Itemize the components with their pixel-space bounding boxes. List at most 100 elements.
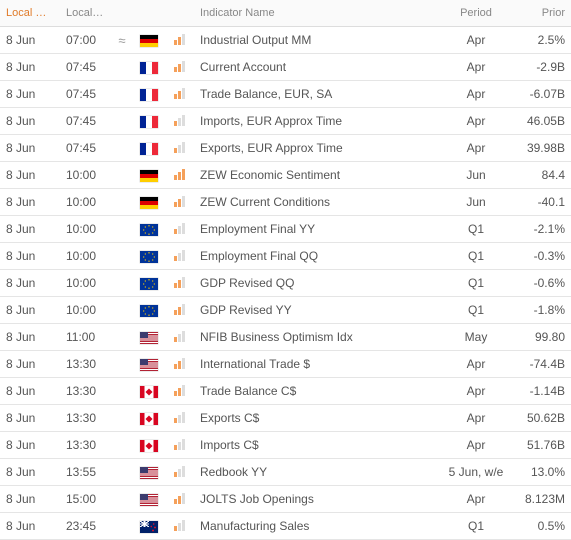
cell-indicator: Current Account: [194, 54, 441, 81]
flag-fr-icon: [140, 62, 158, 74]
approx-icon: [110, 297, 134, 324]
table-row[interactable]: 8 Jun10:00GDP Revised QQQ1-0.6%: [0, 270, 571, 297]
cell-date: 8 Jun: [0, 243, 60, 270]
cell-time: 13:55: [60, 459, 110, 486]
cell-time: 10:00: [60, 189, 110, 216]
importance-icon: [174, 222, 185, 234]
importance-icon: [174, 465, 185, 477]
cell-importance: [164, 81, 194, 108]
table-row[interactable]: 8 Jun11:00NFIB Business Optimism IdxMay9…: [0, 324, 571, 351]
cell-period: Apr: [441, 486, 511, 513]
cell-time: 10:00: [60, 270, 110, 297]
cell-period: Q1: [441, 513, 511, 540]
cell-period: Jun: [441, 162, 511, 189]
cell-time: 07:45: [60, 81, 110, 108]
importance-icon: [174, 303, 185, 315]
col-prior[interactable]: Prior: [511, 0, 571, 27]
approx-icon: [110, 432, 134, 459]
cell-indicator: Imports, EUR Approx Time: [194, 108, 441, 135]
importance-icon: [174, 411, 185, 423]
cell-date: 8 Jun: [0, 81, 60, 108]
cell-date: 8 Jun: [0, 108, 60, 135]
table-row[interactable]: 8 Jun13:55Redbook YY5 Jun, w/e13.0%: [0, 459, 571, 486]
cell-importance: [164, 108, 194, 135]
cell-indicator: Manufacturing Sales: [194, 513, 441, 540]
table-row[interactable]: 8 Jun10:00Employment Final QQQ1-0.3%: [0, 243, 571, 270]
cell-country: [134, 378, 164, 405]
importance-icon: [174, 33, 185, 45]
table-row[interactable]: 8 Jun07:45Imports, EUR Approx TimeApr46.…: [0, 108, 571, 135]
table-row[interactable]: 8 Jun07:45Trade Balance, EUR, SAApr-6.07…: [0, 81, 571, 108]
cell-period: Apr: [441, 27, 511, 54]
table-row[interactable]: 8 Jun07:45Exports, EUR Approx TimeApr39.…: [0, 135, 571, 162]
cell-prior: -1.14B: [511, 378, 571, 405]
col-time[interactable]: Local Time: [60, 0, 110, 27]
col-date[interactable]: Local Date: [0, 0, 60, 27]
cell-date: 8 Jun: [0, 27, 60, 54]
table-row[interactable]: 8 Jun07:00≈Industrial Output MMApr2.5%: [0, 27, 571, 54]
cell-country: [134, 459, 164, 486]
cell-prior: 51.76B: [511, 432, 571, 459]
flag-fr-icon: [140, 116, 158, 128]
cell-time: 11:00: [60, 324, 110, 351]
table-row[interactable]: 8 Jun07:45Current AccountApr-2.9B: [0, 54, 571, 81]
flag-us-icon: [140, 332, 158, 344]
cell-date: 8 Jun: [0, 297, 60, 324]
cell-indicator: Employment Final QQ: [194, 243, 441, 270]
col-approx: [110, 0, 134, 27]
table-row[interactable]: 8 Jun13:30Imports C$Apr51.76B: [0, 432, 571, 459]
cell-period: Apr: [441, 54, 511, 81]
flag-us-icon: [140, 359, 158, 371]
cell-prior: -6.07B: [511, 81, 571, 108]
cell-time: 13:30: [60, 405, 110, 432]
table-row[interactable]: 8 Jun10:00Employment Final YYQ1-2.1%: [0, 216, 571, 243]
importance-icon: [174, 87, 185, 99]
cell-importance: [164, 513, 194, 540]
cell-importance: [164, 459, 194, 486]
table-row[interactable]: 8 Jun10:00GDP Revised YYQ1-1.8%: [0, 297, 571, 324]
cell-country: [134, 270, 164, 297]
cell-importance: [164, 243, 194, 270]
table-row[interactable]: 8 Jun15:00JOLTS Job OpeningsApr8.123M: [0, 486, 571, 513]
cell-time: 07:45: [60, 135, 110, 162]
cell-time: 07:45: [60, 54, 110, 81]
table-row[interactable]: 8 Jun10:00ZEW Current ConditionsJun-40.1: [0, 189, 571, 216]
approx-icon: [110, 378, 134, 405]
flag-nz-icon: [140, 521, 158, 533]
importance-icon: [174, 330, 185, 342]
table-row[interactable]: 8 Jun13:30Trade Balance C$Apr-1.14B: [0, 378, 571, 405]
importance-icon: [174, 492, 185, 504]
cell-date: 8 Jun: [0, 513, 60, 540]
cell-date: 8 Jun: [0, 135, 60, 162]
cell-period: 5 Jun, w/e: [441, 459, 511, 486]
cell-importance: [164, 378, 194, 405]
cell-country: [134, 351, 164, 378]
table-row[interactable]: 8 Jun13:30Exports C$Apr50.62B: [0, 405, 571, 432]
cell-indicator: Redbook YY: [194, 459, 441, 486]
cell-importance: [164, 162, 194, 189]
cell-time: 10:00: [60, 162, 110, 189]
col-period[interactable]: Period: [441, 0, 511, 27]
col-indicator[interactable]: Indicator Name: [194, 0, 441, 27]
cell-importance: [164, 324, 194, 351]
cell-time: 23:45: [60, 513, 110, 540]
cell-indicator: GDP Revised QQ: [194, 270, 441, 297]
cell-date: 8 Jun: [0, 486, 60, 513]
cell-time: 07:00: [60, 27, 110, 54]
cell-time: 13:30: [60, 351, 110, 378]
approx-icon: [110, 270, 134, 297]
approx-icon: [110, 216, 134, 243]
cell-prior: 13.0%: [511, 459, 571, 486]
importance-icon: [174, 249, 185, 261]
cell-country: [134, 216, 164, 243]
cell-indicator: JOLTS Job Openings: [194, 486, 441, 513]
flag-ca-icon: [140, 440, 158, 452]
table-row[interactable]: 8 Jun10:00ZEW Economic SentimentJun84.4: [0, 162, 571, 189]
cell-prior: 0.5%: [511, 513, 571, 540]
approx-icon: [110, 243, 134, 270]
table-row[interactable]: 8 Jun23:45 Manufacturing SalesQ10.5%: [0, 513, 571, 540]
cell-indicator: Trade Balance C$: [194, 378, 441, 405]
table-row[interactable]: 8 Jun13:30International Trade $Apr-74.4B: [0, 351, 571, 378]
cell-country: [134, 297, 164, 324]
cell-date: 8 Jun: [0, 432, 60, 459]
